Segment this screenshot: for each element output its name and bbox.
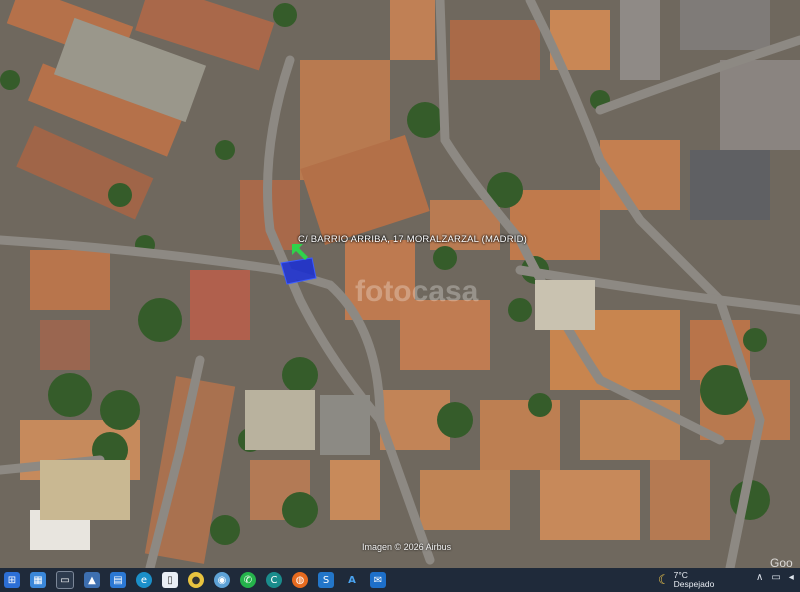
screen-icon[interactable]: ▭ xyxy=(56,571,74,589)
weather-widget[interactable]: ☾ 7°C Despejado xyxy=(658,571,714,589)
chrome-icon[interactable]: ● xyxy=(188,572,204,588)
address-label[interactable]: C/ BARRIO ARRIBA, 17 MORALZARZAL (MADRID… xyxy=(298,234,527,245)
calendar-icon[interactable]: ▦ xyxy=(30,572,46,588)
system-tray: ∧ ▭ ◂ xyxy=(756,572,794,583)
altium-icon[interactable]: A xyxy=(344,572,360,588)
firefox-alt-icon[interactable]: ◉ xyxy=(214,572,230,588)
imagery-copyright: Imagen © 2026 Airbus xyxy=(362,542,452,552)
whatsapp-icon[interactable]: ✆ xyxy=(240,572,256,588)
document-icon[interactable]: ▯ xyxy=(162,572,178,588)
firefox-icon[interactable]: ◍ xyxy=(292,572,308,588)
windows-start-icon[interactable]: ⊞ xyxy=(4,572,20,588)
mail-icon[interactable]: ✉ xyxy=(370,572,386,588)
watermark: fotocasa xyxy=(355,275,479,308)
copilot-icon[interactable]: C xyxy=(266,572,282,588)
windows-store-icon[interactable]: ▤ xyxy=(110,572,126,588)
weather-desc: Despejado xyxy=(673,579,715,589)
google-logo: Goo xyxy=(770,556,793,568)
volume-icon[interactable]: ◂ xyxy=(789,572,794,583)
network-icon[interactable]: ▭ xyxy=(771,572,780,583)
satellite-map[interactable]: C/ BARRIO ARRIBA, 17 MORALZARZAL (MADRID… xyxy=(0,0,800,568)
edge-icon[interactable]: e xyxy=(136,572,152,588)
chevron-up-icon[interactable]: ∧ xyxy=(756,572,763,583)
moon-icon: ☾ xyxy=(658,572,670,588)
photos-icon[interactable]: ▲ xyxy=(84,572,100,588)
s-app-icon[interactable]: S xyxy=(318,572,334,588)
